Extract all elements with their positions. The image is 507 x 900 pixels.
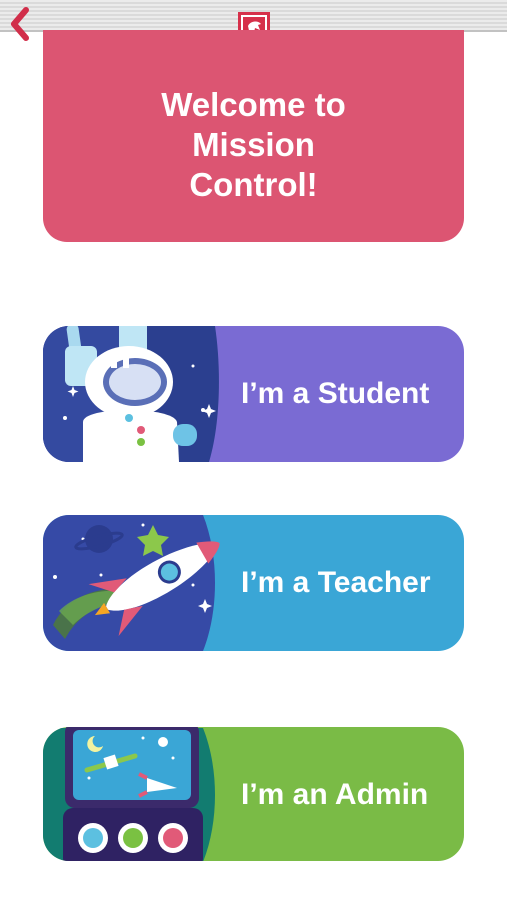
teacher-role-button[interactable]: I’m a Teacher <box>43 515 464 651</box>
admin-role-button[interactable]: I’m an Admin <box>43 727 464 861</box>
back-button[interactable] <box>6 6 34 46</box>
rocket-illustration <box>43 515 220 651</box>
chevron-left-icon <box>11 7 29 41</box>
welcome-banner: Welcome to Mission Control! <box>43 30 464 242</box>
welcome-line-1: Welcome to <box>161 86 346 123</box>
astronaut-illustration <box>43 326 219 462</box>
admin-label: I’m an Admin <box>241 778 429 811</box>
teacher-label: I’m a Teacher <box>241 566 431 599</box>
control-monitor-illustration <box>43 727 215 861</box>
student-label: I’m a Student <box>241 377 430 410</box>
student-role-button[interactable]: I’m a Student <box>43 326 464 462</box>
welcome-line-2: Mission Control! <box>189 126 318 203</box>
welcome-title: Welcome to Mission Control! <box>124 67 384 205</box>
